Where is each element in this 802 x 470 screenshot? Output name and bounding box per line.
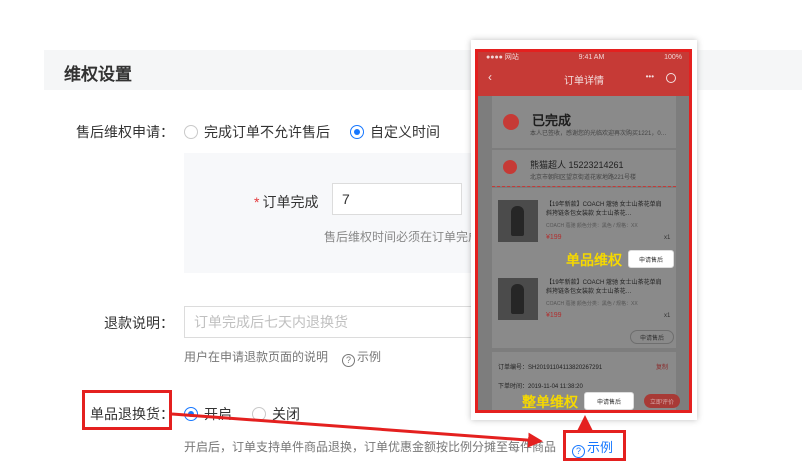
refund-hint: 用户在申请退款页面的说明 xyxy=(184,350,329,364)
radio-circle[interactable] xyxy=(184,125,198,139)
highlight-preview xyxy=(475,49,692,413)
section-title: 维权设置 xyxy=(64,65,132,84)
radio-custom-time[interactable]: 自定义时间 xyxy=(350,122,440,142)
radio-circle-selected[interactable] xyxy=(184,407,198,421)
radio-single-return-off[interactable]: 关闭 xyxy=(252,404,300,424)
required-star: * xyxy=(254,194,260,210)
order-complete-text: 订单完成 xyxy=(262,194,319,210)
single-return-hint: 开启后，订单支持单件商品退换，订单优惠金额按比例分摊至每件商品 xyxy=(184,440,557,454)
question-icon: ? xyxy=(342,354,356,367)
radio-label: 关闭 xyxy=(272,406,300,422)
refund-placeholder: 订单完成后七天内退换货 xyxy=(194,314,348,330)
radio-label: 开启 xyxy=(204,406,232,422)
days-input[interactable]: 7 xyxy=(332,183,462,215)
order-complete-label: * 订单完成 xyxy=(254,192,318,212)
refund-hint-row: 用户在申请退款页面的说明? 示例 xyxy=(184,348,381,367)
highlight-example-link xyxy=(563,430,626,461)
example-label: 示例 xyxy=(357,350,382,364)
radio-circle-selected[interactable] xyxy=(350,125,364,139)
after-sale-hint: 售后维权时间必须在订单完成 xyxy=(324,230,481,244)
highlight-single-return-label xyxy=(82,390,172,430)
refund-example-link[interactable]: ? 示例 xyxy=(338,350,382,367)
refund-input[interactable]: 订单完成后七天内退换货 xyxy=(184,306,474,338)
radio-circle[interactable] xyxy=(252,407,266,421)
refund-label: 退款说明： xyxy=(104,315,174,331)
radio-label: 自定义时间 xyxy=(370,124,440,140)
radio-single-return-on[interactable]: 开启 xyxy=(184,404,232,424)
radio-label: 完成订单不允许售后 xyxy=(204,124,330,140)
page: 维权设置 售后维权申请： 完成订单不允许售后 自定义时间 * 订单完成 7 售后维… xyxy=(0,0,802,470)
after-sale-label: 售后维权申请： xyxy=(76,124,174,140)
radio-no-after-sale[interactable]: 完成订单不允许售后 xyxy=(184,122,330,142)
